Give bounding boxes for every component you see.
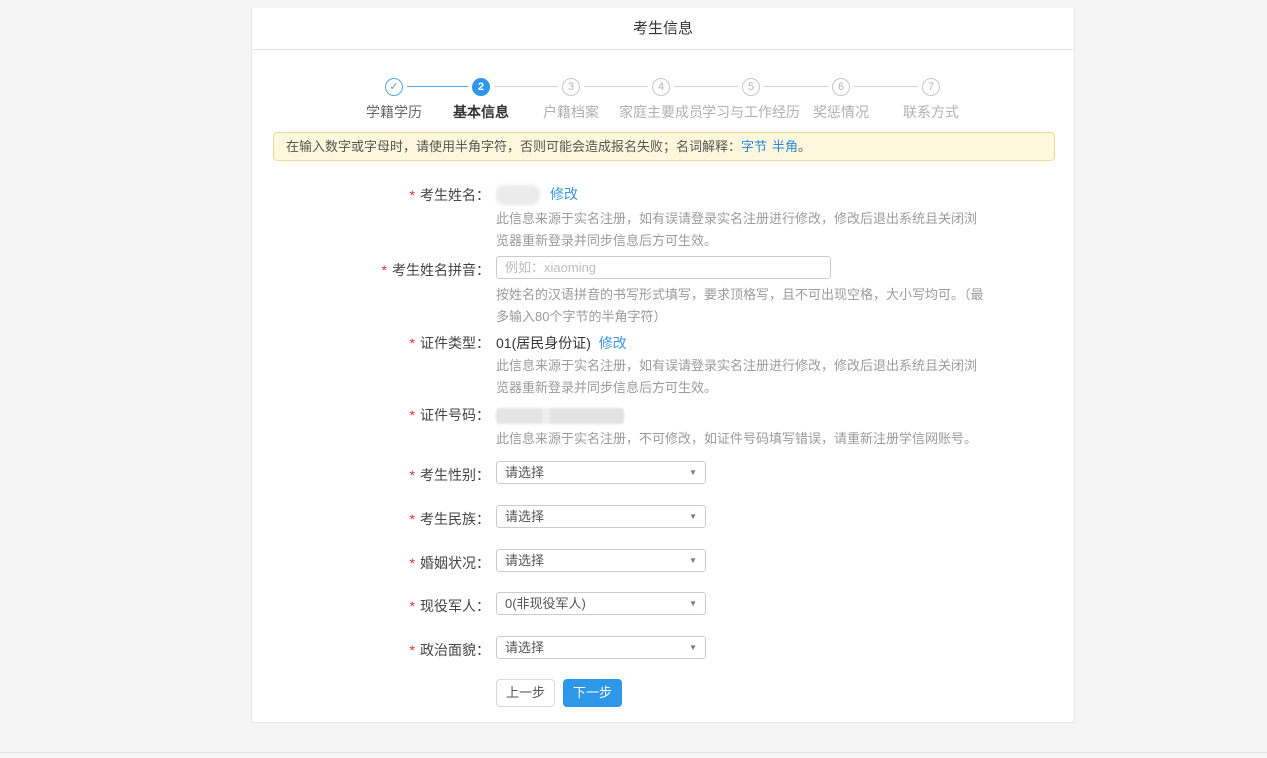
notice-suffix: 。	[798, 139, 811, 154]
ethnicity-field-row: 请选择 ▼	[496, 505, 706, 528]
chevron-down-icon: ▼	[689, 557, 697, 565]
political-status-select[interactable]: 请选择 ▼	[496, 636, 706, 659]
marital-select-value: 请选择	[505, 553, 544, 568]
pinyin-label: *考生姓名拼音：	[252, 259, 490, 281]
step-number: 7	[922, 78, 940, 96]
halfwidth-glossary-link[interactable]: 半角	[772, 139, 798, 154]
id-number-label: *证件号码：	[252, 404, 490, 426]
political-select-value: 请选择	[505, 640, 544, 655]
political-status-label: *政治面貌：	[252, 639, 490, 661]
candidate-name-value-row: 修改	[496, 183, 578, 205]
gender-label: *考生性别：	[252, 464, 490, 486]
id-type-value-row: 01(居民身份证) 修改	[496, 332, 627, 354]
ethnicity-select-value: 请选择	[505, 509, 544, 524]
marital-status-label: *婚姻状况：	[252, 552, 490, 574]
required-marker: *	[382, 262, 387, 278]
required-marker: *	[410, 642, 415, 658]
step-label: 联系方式	[861, 102, 1001, 122]
political-field-row: 请选择 ▼	[496, 636, 706, 659]
candidate-name-redacted	[496, 185, 540, 205]
byte-glossary-link[interactable]: 字节	[741, 139, 767, 154]
candidate-name-help: 此信息来源于实名注册，如有误请登录实名注册进行修改，修改后退出系统且关闭浏览器重…	[496, 208, 988, 252]
id-number-value-row	[496, 404, 624, 426]
required-marker: *	[410, 335, 415, 351]
step-number: 2	[472, 78, 490, 96]
chevron-down-icon: ▼	[689, 644, 697, 652]
id-type-value: 01(居民身份证)	[496, 335, 591, 351]
required-marker: *	[410, 187, 415, 203]
id-number-help: 此信息来源于实名注册，不可修改，如证件号码填写错误，请重新注册学信网账号。	[496, 428, 988, 450]
step-number: 4	[652, 78, 670, 96]
pinyin-input[interactable]	[496, 256, 831, 279]
step-number: 3	[562, 78, 580, 96]
required-marker: *	[410, 511, 415, 527]
pinyin-help: 按姓名的汉语拼音的书写形式填写，要求顶格写，且不可出现空格，大小写均可。（最多输…	[496, 284, 988, 328]
candidate-name-label: *考生姓名：	[252, 184, 490, 206]
page-title: 考生信息	[252, 8, 1074, 50]
ethnicity-label: *考生民族：	[252, 508, 490, 530]
footer-divider	[0, 752, 1267, 753]
military-field-row: 0(非现役军人) ▼	[496, 592, 706, 615]
gender-field-row: 请选择 ▼	[496, 461, 706, 484]
ethnicity-select[interactable]: 请选择 ▼	[496, 505, 706, 528]
candidate-info-panel: 考生信息 ✓ 学籍学历 2 基本信息 3 户籍档案 4 家庭主要成员 5 学习与…	[251, 8, 1075, 723]
previous-step-button[interactable]: 上一步	[496, 679, 555, 707]
military-service-label: *现役军人：	[252, 595, 490, 617]
id-type-help: 此信息来源于实名注册，如有误请登录实名注册进行修改，修改后退出系统且关闭浏览器重…	[496, 355, 988, 399]
gender-select[interactable]: 请选择 ▼	[496, 461, 706, 484]
step-number: 6	[832, 78, 850, 96]
modify-id-type-link[interactable]: 修改	[599, 335, 627, 351]
step-7-contact[interactable]: 7 联系方式	[861, 78, 1001, 122]
modify-name-link[interactable]: 修改	[550, 186, 578, 202]
chevron-down-icon: ▼	[689, 469, 697, 477]
halfwidth-notice-bar: 在输入数字或字母时，请使用半角字符，否则可能会造成报名失败；名词解释：字节半角。	[273, 132, 1055, 161]
id-type-label: *证件类型：	[252, 332, 490, 354]
pinyin-field-row	[496, 256, 831, 279]
chevron-down-icon: ▼	[689, 600, 697, 608]
step-number: 5	[742, 78, 760, 96]
required-marker: *	[410, 407, 415, 423]
id-number-redacted	[496, 408, 624, 424]
military-select-value: 0(非现役军人)	[505, 596, 586, 611]
required-marker: *	[410, 467, 415, 483]
wizard-stepper: ✓ 学籍学历 2 基本信息 3 户籍档案 4 家庭主要成员 5 学习与工作经历 …	[252, 50, 1076, 130]
marital-field-row: 请选择 ▼	[496, 549, 706, 572]
marital-status-select[interactable]: 请选择 ▼	[496, 549, 706, 572]
gender-select-value: 请选择	[505, 465, 544, 480]
notice-text: 在输入数字或字母时，请使用半角字符，否则可能会造成报名失败；名词解释：	[286, 139, 741, 154]
military-service-select[interactable]: 0(非现役军人) ▼	[496, 592, 706, 615]
next-step-button[interactable]: 下一步	[563, 679, 622, 707]
chevron-down-icon: ▼	[689, 513, 697, 521]
check-icon: ✓	[385, 78, 403, 96]
required-marker: *	[410, 555, 415, 571]
required-marker: *	[410, 598, 415, 614]
